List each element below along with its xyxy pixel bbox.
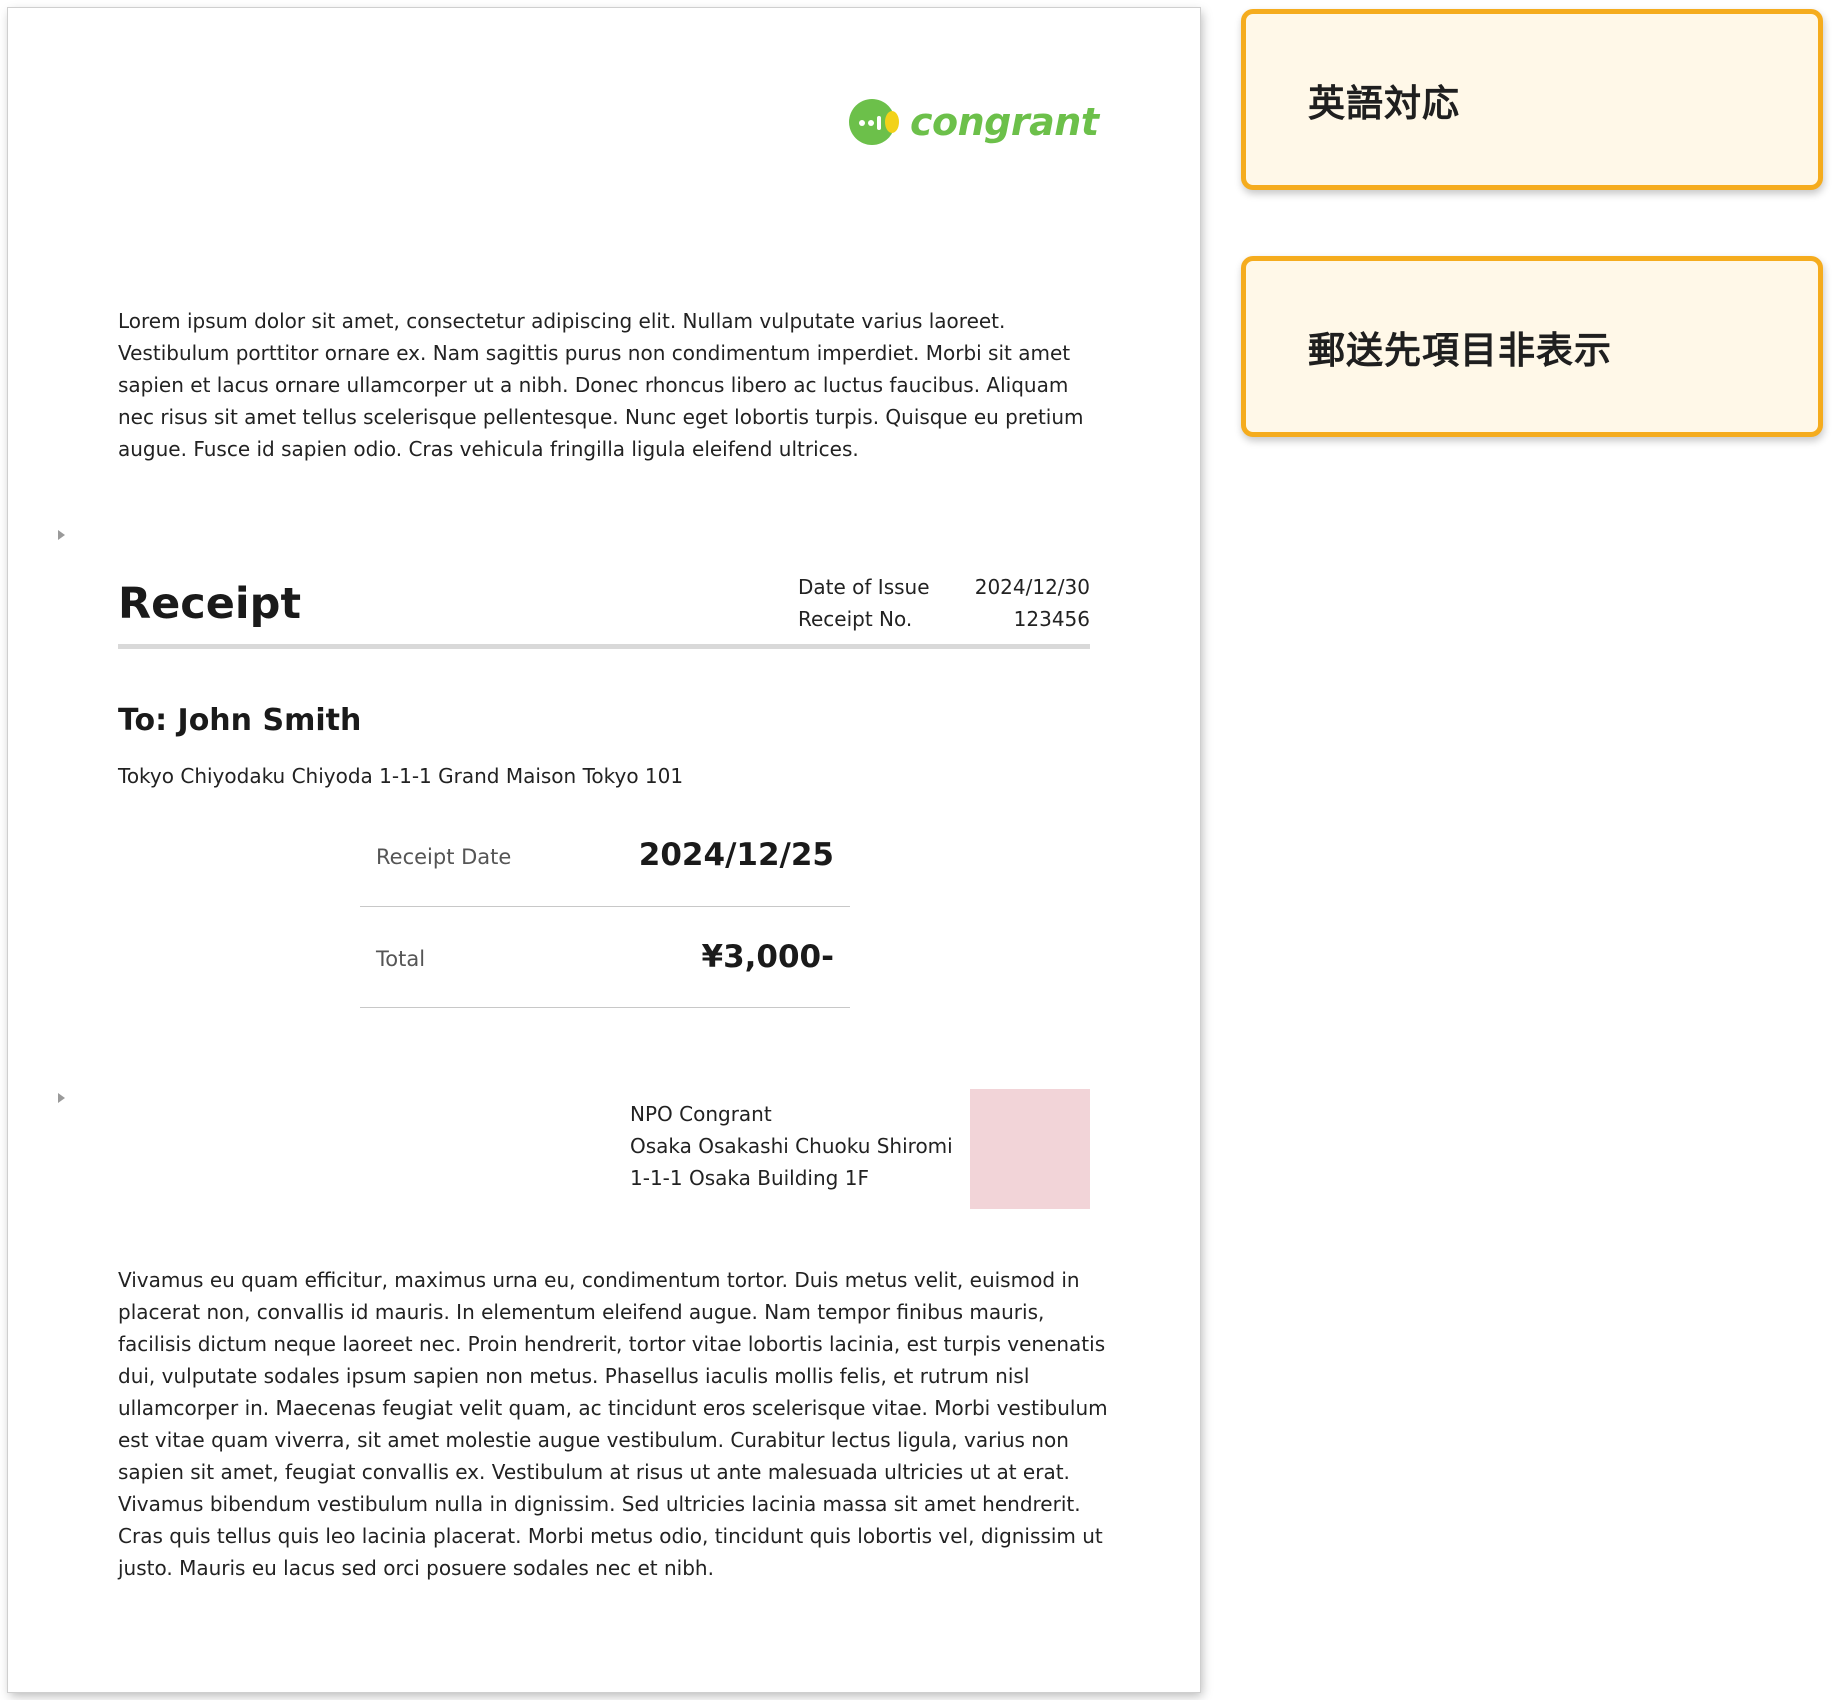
receipt-title: Receipt <box>118 579 302 629</box>
seal-stamp-placeholder <box>970 1089 1090 1209</box>
congrant-logo-text: congrant <box>910 100 1099 144</box>
summary-table: Receipt Date 2024/12/25 Total ¥3,000- <box>360 808 850 1008</box>
date-of-issue-label: Date of Issue <box>798 575 930 599</box>
congrant-logo: congrant <box>848 92 1099 152</box>
receipt-date-label: Receipt Date <box>376 845 512 869</box>
section-marker-icon <box>58 1093 65 1103</box>
receipt-no-row: Receipt No. 123456 <box>798 603 1090 635</box>
receipt-page: congrant Lorem ipsum dolor sit amet, con… <box>8 8 1200 1692</box>
recipient-address: Tokyo Chiyodaku Chiyoda 1-1-1 Grand Mais… <box>118 764 684 788</box>
issuer-address-line2: 1-1-1 Osaka Building 1F <box>630 1166 869 1190</box>
issuer-name: NPO Congrant <box>630 1102 772 1126</box>
date-of-issue-row: Date of Issue 2024/12/30 <box>798 571 1090 603</box>
section-marker-icon <box>58 530 65 540</box>
note-hide-shipping-field-label: 郵送先項目非表示 <box>1308 328 1612 372</box>
receipt-no-value: 123456 <box>1013 607 1090 631</box>
congrant-logo-icon <box>849 99 899 145</box>
note-english-support: 英語対応 <box>1241 9 1823 190</box>
outro-paragraph: Vivamus eu quam efficitur, maximus urna … <box>118 1268 1108 1580</box>
receipt-date-value: 2024/12/25 <box>638 837 834 873</box>
title-divider <box>118 644 1090 649</box>
intro-paragraph: Lorem ipsum dolor sit amet, consectetur … <box>118 309 1084 461</box>
note-hide-shipping-field: 郵送先項目非表示 <box>1241 256 1823 437</box>
issuer-block: NPO Congrant Osaka Osakashi Chuoku Shiro… <box>630 1098 953 1194</box>
note-english-support-label: 英語対応 <box>1308 81 1460 125</box>
receipt-no-label: Receipt No. <box>798 607 913 631</box>
total-label: Total <box>376 947 426 971</box>
total-value: ¥3,000- <box>701 939 835 975</box>
total-row: Total ¥3,000- <box>360 907 850 1008</box>
date-of-issue-value: 2024/12/30 <box>974 575 1090 599</box>
receipt-date-row: Receipt Date 2024/12/25 <box>360 808 850 907</box>
recipient-name: To: John Smith <box>118 703 362 738</box>
issuer-address-line1: Osaka Osakashi Chuoku Shiromi <box>630 1134 953 1158</box>
